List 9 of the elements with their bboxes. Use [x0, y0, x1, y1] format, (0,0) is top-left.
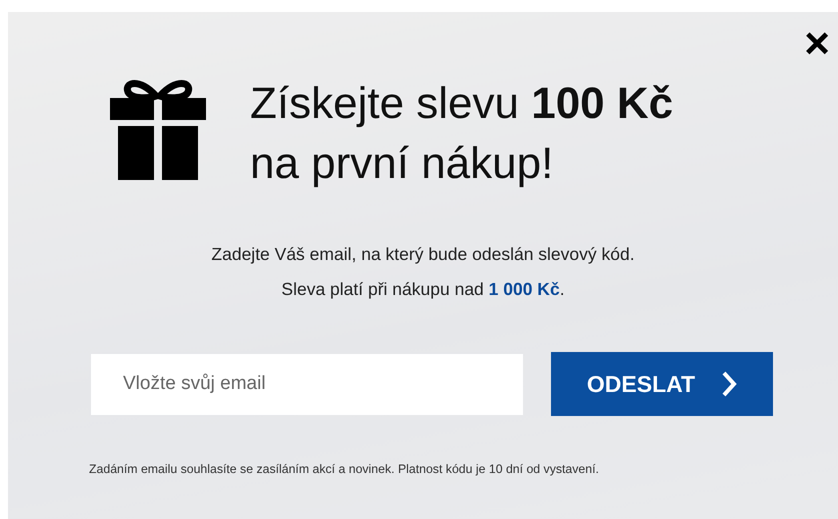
info-text: Sleva platí při nákupu nad 1 000 Kč. — [280, 279, 566, 300]
email-field[interactable]: Vložte svůj email — [91, 354, 523, 414]
chevron-right-icon — [721, 370, 738, 398]
info-text: Zadejte Váš email, na který bude odeslán slevový kód. — [210, 244, 636, 265]
gift-icon — [110, 78, 206, 180]
submit-button[interactable]: ODESLAT — [551, 352, 773, 416]
consent-note: Zadáním emailu souhlasíte se zasíláním akcí a novinek. Platnost kódu je 10 dní od vystavení. — [89, 462, 600, 476]
headline: Získejte slevu 100 Kč na první nákup! — [250, 78, 674, 190]
close-button[interactable]: × — [800, 26, 834, 62]
